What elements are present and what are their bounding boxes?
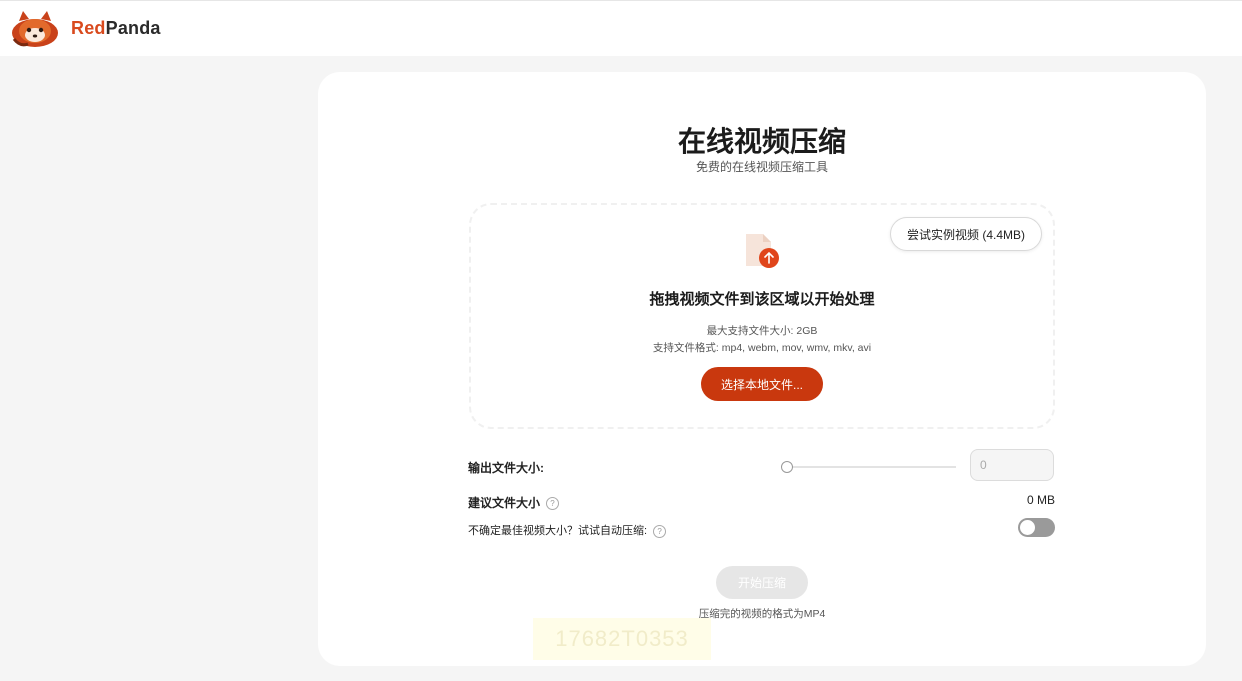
auto-compress-toggle[interactable] xyxy=(1018,518,1055,537)
compressor-card: 在线视频压缩 免费的在线视频压缩工具 尝试实例视频 (4.4MB) 拖拽视频文件… xyxy=(318,72,1206,666)
file-upload-icon xyxy=(746,234,779,268)
brand-name-red: Red xyxy=(71,18,106,38)
brand-name[interactable]: RedPanda xyxy=(71,18,161,39)
suggested-size-label: 建议文件大小 xyxy=(468,496,541,510)
watermark-text: 17682T0353 xyxy=(533,618,711,660)
drop-zone-title: 拖拽视频文件到该区域以开始处理 xyxy=(649,291,875,308)
suggested-size-value: 0 MB xyxy=(1026,493,1055,507)
brand-name-dark: Panda xyxy=(105,18,161,38)
suggested-size-row: 建议文件大小? xyxy=(468,494,560,511)
output-size-slider[interactable] xyxy=(788,466,956,468)
auto-compress-label: 不确定最佳视频大小？试试自动压缩: xyxy=(468,525,648,537)
start-compress-button[interactable]: 开始压缩 xyxy=(716,566,808,599)
try-sample-video-button[interactable]: 尝试实例视频 (4.4MB) xyxy=(890,217,1042,251)
max-file-size-text: 最大支持文件大小: 2GB xyxy=(706,325,818,337)
red-panda-logo-icon[interactable] xyxy=(10,9,60,49)
choose-local-file-button[interactable]: 选择本地文件... xyxy=(701,367,823,401)
top-bar: RedPanda xyxy=(0,0,1242,56)
output-size-label: 输出文件大小: xyxy=(468,461,544,475)
supported-formats-text: 支持文件格式: mp4, webm, mov, wmv, mkv, avi xyxy=(652,342,872,354)
auto-compress-row: 不确定最佳视频大小？试试自动压缩:? xyxy=(468,522,667,538)
help-icon[interactable]: ? xyxy=(653,524,667,538)
output-format-note: 压缩完的视频的格式为MP4 xyxy=(698,608,826,620)
toggle-knob xyxy=(1020,520,1035,535)
help-icon[interactable]: ? xyxy=(546,497,560,511)
page-subtitle: 免费的在线视频压缩工具 xyxy=(695,160,828,174)
output-size-input[interactable]: 0 xyxy=(970,449,1054,481)
page-title: 在线视频压缩 xyxy=(677,126,846,157)
output-size-slider-handle[interactable] xyxy=(781,461,793,473)
